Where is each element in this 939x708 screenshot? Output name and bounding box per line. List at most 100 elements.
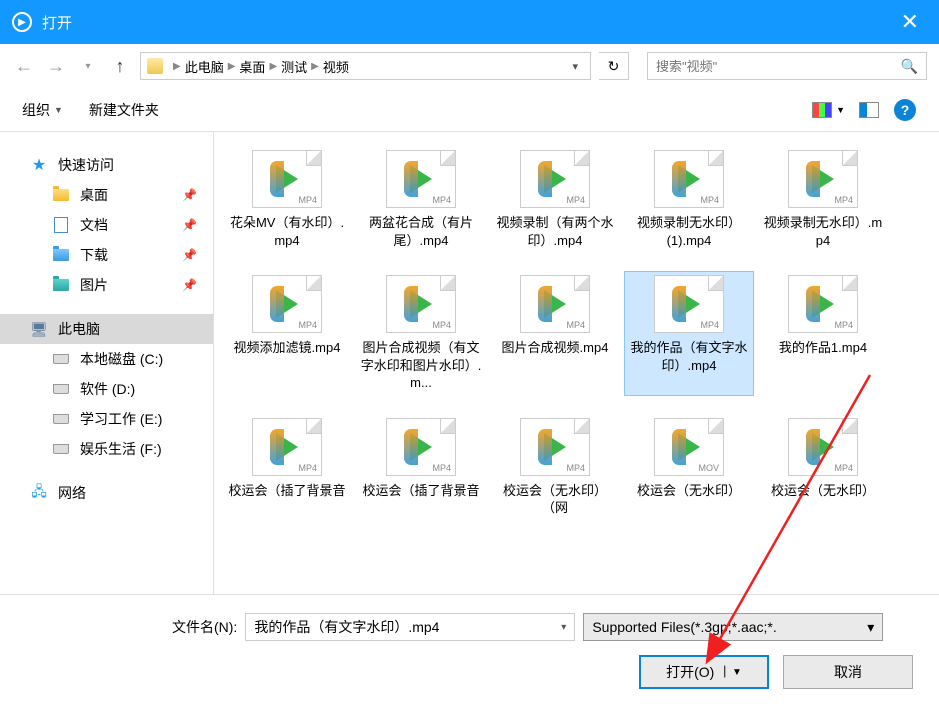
file-item[interactable]: MP4视频录制无水印）(1).mp4 (624, 146, 754, 253)
file-thumbnail: MP4 (386, 275, 456, 333)
file-item[interactable]: MP4 校运会（插了背景音 (222, 414, 352, 521)
recent-dropdown[interactable]: ▾ (76, 54, 100, 78)
file-item[interactable]: MP4 校运会（无水印） (758, 414, 888, 521)
sidebar-this-pc[interactable]: 🖥 此电脑 (0, 314, 213, 344)
nav-bar: ← → ▾ ↑ ▶ 此电脑 ▶ 桌面 ▶ 测试 ▶ 视频 ▾ ↻ 🔍 (0, 44, 939, 88)
close-button[interactable]: ✕ (893, 9, 927, 35)
breadcrumb-part[interactable]: 桌面 (239, 57, 265, 76)
folder-icon (53, 249, 69, 261)
file-area[interactable]: MP4花朵MV（有水印）.mp4MP4两盆花合成（有片尾）.mp4MP4视频录制… (214, 132, 939, 594)
sidebar-drive-c[interactable]: 本地磁盘 (C:) (0, 344, 213, 374)
chevron-right-icon: ▶ (311, 61, 319, 72)
back-button[interactable]: ← (12, 54, 36, 78)
ext-badge: MP4 (296, 463, 319, 473)
video-icon (812, 290, 834, 318)
drive-icon (53, 444, 69, 454)
sidebar-quick-access[interactable]: ★ 快速访问 (0, 150, 213, 180)
file-name: 花朵MV（有水印）.mp4 (226, 214, 348, 249)
video-icon (410, 165, 432, 193)
breadcrumb-part[interactable]: 此电脑 (185, 57, 224, 76)
preview-pane-button[interactable] (857, 98, 881, 122)
sidebar-drive-f[interactable]: 娱乐生活 (F:) (0, 434, 213, 464)
forward-button[interactable]: → (44, 54, 68, 78)
file-item[interactable]: MP4图片合成视频.mp4 (490, 271, 620, 396)
filename-input[interactable]: 我的作品（有文字水印）.mp4 ▾ (245, 613, 575, 641)
sidebar-pictures[interactable]: 图片 📌 (0, 270, 213, 300)
file-item[interactable]: MP4我的作品1.mp4 (758, 271, 888, 396)
file-name: 视频添加滤镜.mp4 (234, 339, 341, 357)
file-name: 校运会（插了背景音 (228, 482, 345, 500)
organize-menu[interactable]: 组织▼ (22, 100, 63, 120)
up-button[interactable]: ↑ (108, 54, 132, 78)
ext-badge: MP4 (832, 463, 855, 473)
drive-icon (53, 354, 69, 364)
cancel-button[interactable]: 取消 (783, 655, 913, 689)
file-thumbnail: MP4 (520, 418, 590, 476)
sidebar-downloads[interactable]: 下载 📌 (0, 240, 213, 270)
network-icon: 🖧 (30, 485, 48, 501)
main-area: ★ 快速访问 桌面 📌 文档 📌 下载 📌 图片 📌 🖥 此电脑 (0, 132, 939, 594)
title-bar: ▶ 打开 ✕ (0, 0, 939, 44)
file-thumbnail: MP4 (788, 418, 858, 476)
sidebar-drive-d[interactable]: 软件 (D:) (0, 374, 213, 404)
file-type-select[interactable]: Supported Files(*.3gp;*.aac;*. ▾ (583, 613, 883, 641)
file-item[interactable]: MP4花朵MV（有水印）.mp4 (222, 146, 352, 253)
video-icon (276, 165, 298, 193)
file-item[interactable]: MP4 校运会（无水印）（网 (490, 414, 620, 521)
pin-icon: 📌 (182, 218, 197, 232)
file-item[interactable]: MP4视频录制（有两个水印）.mp4 (490, 146, 620, 253)
pin-icon: 📌 (182, 248, 197, 262)
window-title: 打开 (42, 12, 893, 33)
breadcrumb-part[interactable]: 测试 (281, 57, 307, 76)
sidebar: ★ 快速访问 桌面 📌 文档 📌 下载 📌 图片 📌 🖥 此电脑 (0, 132, 214, 594)
help-button[interactable]: ? (893, 98, 917, 122)
chevron-right-icon: ▶ (173, 61, 181, 72)
file-item[interactable]: MP4我的作品（有文字水印）.mp4 (624, 271, 754, 396)
open-button[interactable]: 打开(O) ▏▼ (639, 655, 769, 689)
file-item[interactable]: MP4校运会（插了背景音 (356, 414, 486, 521)
video-icon (276, 290, 298, 318)
pin-icon: 📌 (182, 188, 197, 202)
file-item[interactable]: MOV校运会（无水印） (624, 414, 754, 521)
path-dropdown-icon[interactable]: ▾ (572, 60, 578, 73)
search-box[interactable]: 🔍 (647, 52, 927, 80)
sidebar-drive-e[interactable]: 学习工作 (E:) (0, 404, 213, 434)
view-dropdown-icon[interactable]: ▼ (836, 105, 845, 115)
video-icon (410, 290, 432, 318)
file-item[interactable]: MP4视频添加滤镜.mp4 (222, 271, 352, 396)
file-item[interactable]: MP4图片合成视频（有文字水印和图片水印）.m... (356, 271, 486, 396)
chevron-down-icon[interactable]: ▾ (867, 619, 874, 636)
file-item[interactable]: MP4视频录制无水印）.mp4 (758, 146, 888, 253)
ext-badge: MP4 (564, 463, 587, 473)
refresh-button[interactable]: ↻ (599, 52, 629, 80)
file-name: 视频录制无水印）(1).mp4 (628, 214, 750, 249)
pc-icon: 🖥 (30, 321, 48, 337)
drive-icon (53, 414, 69, 424)
ext-badge: MOV (696, 463, 721, 473)
file-name: 校运会（无水印） (771, 482, 875, 500)
file-name: 校运会（无水印）（网 (494, 482, 616, 517)
folder-icon (147, 58, 163, 74)
ext-badge: MP4 (564, 195, 587, 205)
file-name: 我的作品1.mp4 (779, 339, 867, 357)
search-input[interactable] (656, 59, 901, 74)
folder-icon (53, 279, 69, 291)
video-icon (544, 165, 566, 193)
new-folder-button[interactable]: 新建文件夹 (89, 100, 159, 120)
chevron-down-icon[interactable]: ▾ (561, 622, 566, 633)
video-icon (276, 433, 298, 461)
document-icon (54, 217, 68, 233)
view-mode-button[interactable] (810, 98, 834, 122)
search-icon[interactable]: 🔍 (901, 58, 918, 75)
file-name: 视频录制无水印）.mp4 (762, 214, 884, 249)
file-item[interactable]: MP4两盆花合成（有片尾）.mp4 (356, 146, 486, 253)
video-icon (812, 165, 834, 193)
filename-label: 文件名(N): (172, 617, 237, 637)
breadcrumb-part[interactable]: 视频 (323, 57, 349, 76)
split-dropdown-icon[interactable]: ▏▼ (724, 667, 742, 678)
sidebar-network[interactable]: 🖧 网络 (0, 478, 213, 508)
sidebar-documents[interactable]: 文档 📌 (0, 210, 213, 240)
breadcrumb[interactable]: ▶ 此电脑 ▶ 桌面 ▶ 测试 ▶ 视频 ▾ (140, 52, 591, 80)
sidebar-desktop[interactable]: 桌面 📌 (0, 180, 213, 210)
app-icon: ▶ (12, 12, 32, 32)
